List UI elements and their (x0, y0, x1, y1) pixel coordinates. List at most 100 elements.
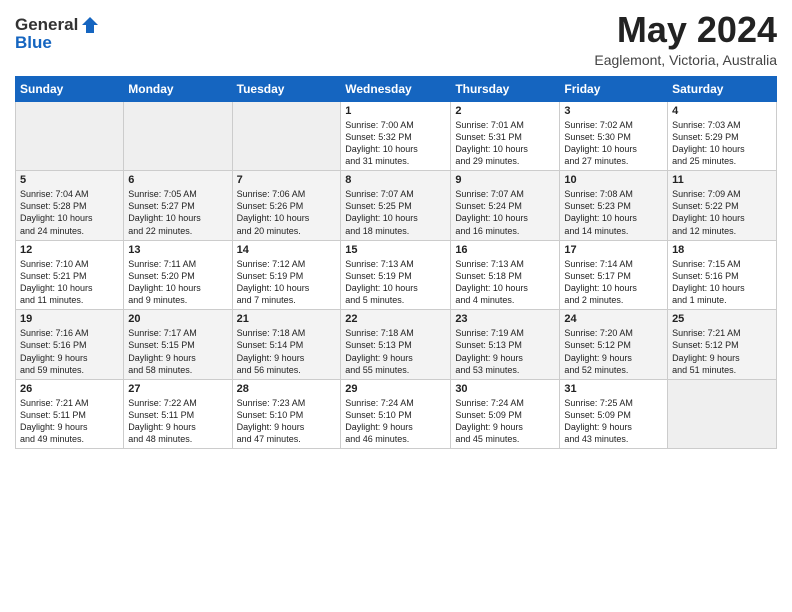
day-number: 12 (20, 244, 119, 256)
calendar-cell (124, 101, 232, 171)
day-number: 24 (564, 313, 663, 325)
day-info: Sunrise: 7:22 AM Sunset: 5:11 PM Dayligh… (128, 397, 227, 446)
day-info: Sunrise: 7:10 AM Sunset: 5:21 PM Dayligh… (20, 258, 119, 307)
calendar-cell: 10 Sunrise: 7:08 AM Sunset: 5:23 PM Dayli… (560, 171, 668, 241)
day-info: Sunrise: 7:24 AM Sunset: 5:10 PM Dayligh… (345, 397, 446, 446)
calendar-cell: 17Sunrise: 7:14 AM Sunset: 5:17 PM Dayli… (560, 240, 668, 310)
weekday-header-wednesday: Wednesday (341, 76, 451, 101)
day-number: 7 (237, 174, 337, 186)
day-number: 27 (128, 383, 227, 395)
day-number: 19 (20, 313, 119, 325)
day-info: Sunrise: 7:20 AM Sunset: 5:12 PM Dayligh… (564, 327, 663, 376)
calendar-cell: 8 Sunrise: 7:07 AM Sunset: 5:25 PM Daylig… (341, 171, 451, 241)
calendar-cell: 22 Sunrise: 7:18 AM Sunset: 5:13 PM Dayli… (341, 310, 451, 380)
calendar-cell: 13 Sunrise: 7:11 AM Sunset: 5:20 PM Dayli… (124, 240, 232, 310)
calendar-cell: 29 Sunrise: 7:24 AM Sunset: 5:10 PM Dayli… (341, 379, 451, 449)
page: General Blue May 2024 Eaglemont, Victori… (0, 0, 792, 464)
day-number: 26 (20, 383, 119, 395)
week-row-4: 19 Sunrise: 7:16 AM Sunset: 5:16 PM Dayli… (16, 310, 777, 380)
day-number: 1 (345, 105, 446, 117)
day-info: Sunrise: 7:11 AM Sunset: 5:20 PM Dayligh… (128, 258, 227, 307)
day-number: 20 (128, 313, 227, 325)
day-info: Sunrise: 7:00 AM Sunset: 5:32 PM Dayligh… (345, 119, 446, 168)
calendar-cell (16, 101, 124, 171)
day-number: 9 (455, 174, 555, 186)
week-row-3: 12 Sunrise: 7:10 AM Sunset: 5:21 PM Dayli… (16, 240, 777, 310)
title-block: May 2024 Eaglemont, Victoria, Australia (594, 10, 777, 68)
calendar-cell: 19 Sunrise: 7:16 AM Sunset: 5:16 PM Dayli… (16, 310, 124, 380)
day-number: 21 (237, 313, 337, 325)
day-info: Sunrise: 7:04 AM Sunset: 5:28 PM Dayligh… (20, 188, 119, 237)
day-info: Sunrise: 7:09 AM Sunset: 5:22 PM Dayligh… (672, 188, 772, 237)
day-info: Sunrise: 7:15 AM Sunset: 5:16 PM Dayligh… (672, 258, 772, 307)
calendar-cell (232, 101, 341, 171)
logo-icon (80, 15, 100, 35)
calendar-cell: 26 Sunrise: 7:21 AM Sunset: 5:11 PM Dayli… (16, 379, 124, 449)
day-info: Sunrise: 7:08 AM Sunset: 5:23 PM Dayligh… (564, 188, 663, 237)
calendar-cell: 4Sunrise: 7:03 AM Sunset: 5:29 PM Daylig… (668, 101, 777, 171)
calendar-cell: 14 Sunrise: 7:12 AM Sunset: 5:19 PM Dayli… (232, 240, 341, 310)
calendar-cell: 9 Sunrise: 7:07 AM Sunset: 5:24 PM Daylig… (451, 171, 560, 241)
day-info: Sunrise: 7:03 AM Sunset: 5:29 PM Dayligh… (672, 119, 772, 168)
day-info: Sunrise: 7:01 AM Sunset: 5:31 PM Dayligh… (455, 119, 555, 168)
month-year-title: May 2024 (594, 10, 777, 50)
day-number: 8 (345, 174, 446, 186)
day-info: Sunrise: 7:21 AM Sunset: 5:12 PM Dayligh… (672, 327, 772, 376)
day-number: 2 (455, 105, 555, 117)
day-info: Sunrise: 7:18 AM Sunset: 5:14 PM Dayligh… (237, 327, 337, 376)
day-info: Sunrise: 7:16 AM Sunset: 5:16 PM Dayligh… (20, 327, 119, 376)
day-info: Sunrise: 7:07 AM Sunset: 5:24 PM Dayligh… (455, 188, 555, 237)
week-row-5: 26 Sunrise: 7:21 AM Sunset: 5:11 PM Dayli… (16, 379, 777, 449)
location-subtitle: Eaglemont, Victoria, Australia (594, 52, 777, 68)
calendar-cell (668, 379, 777, 449)
day-info: Sunrise: 7:12 AM Sunset: 5:19 PM Dayligh… (237, 258, 337, 307)
logo-blue-text: Blue (15, 33, 100, 53)
day-info: Sunrise: 7:05 AM Sunset: 5:27 PM Dayligh… (128, 188, 227, 237)
calendar-cell: 20 Sunrise: 7:17 AM Sunset: 5:15 PM Dayli… (124, 310, 232, 380)
day-info: Sunrise: 7:17 AM Sunset: 5:15 PM Dayligh… (128, 327, 227, 376)
day-info: Sunrise: 7:21 AM Sunset: 5:11 PM Dayligh… (20, 397, 119, 446)
calendar-cell: 24 Sunrise: 7:20 AM Sunset: 5:12 PM Dayli… (560, 310, 668, 380)
calendar-cell: 30Sunrise: 7:24 AM Sunset: 5:09 PM Dayli… (451, 379, 560, 449)
logo: General Blue (15, 15, 100, 53)
day-info: Sunrise: 7:02 AM Sunset: 5:30 PM Dayligh… (564, 119, 663, 168)
calendar-cell: 21 Sunrise: 7:18 AM Sunset: 5:14 PM Dayli… (232, 310, 341, 380)
weekday-header-tuesday: Tuesday (232, 76, 341, 101)
calendar-cell: 7 Sunrise: 7:06 AM Sunset: 5:26 PM Daylig… (232, 171, 341, 241)
day-number: 25 (672, 313, 772, 325)
day-info: Sunrise: 7:14 AM Sunset: 5:17 PM Dayligh… (564, 258, 663, 307)
day-info: Sunrise: 7:13 AM Sunset: 5:19 PM Dayligh… (345, 258, 446, 307)
weekday-header-sunday: Sunday (16, 76, 124, 101)
day-number: 16 (455, 244, 555, 256)
day-info: Sunrise: 7:06 AM Sunset: 5:26 PM Dayligh… (237, 188, 337, 237)
day-number: 3 (564, 105, 663, 117)
day-number: 11 (672, 174, 772, 186)
day-number: 6 (128, 174, 227, 186)
day-number: 18 (672, 244, 772, 256)
day-number: 10 (564, 174, 663, 186)
calendar-cell: 25 Sunrise: 7:21 AM Sunset: 5:12 PM Dayli… (668, 310, 777, 380)
day-number: 22 (345, 313, 446, 325)
week-row-1: 1 Sunrise: 7:00 AM Sunset: 5:32 PM Daylig… (16, 101, 777, 171)
calendar-cell: 6 Sunrise: 7:05 AM Sunset: 5:27 PM Daylig… (124, 171, 232, 241)
day-info: Sunrise: 7:13 AM Sunset: 5:18 PM Dayligh… (455, 258, 555, 307)
calendar-cell: 18 Sunrise: 7:15 AM Sunset: 5:16 PM Dayli… (668, 240, 777, 310)
logo-general-text: General (15, 15, 78, 35)
day-info: Sunrise: 7:07 AM Sunset: 5:25 PM Dayligh… (345, 188, 446, 237)
day-info: Sunrise: 7:23 AM Sunset: 5:10 PM Dayligh… (237, 397, 337, 446)
day-number: 13 (128, 244, 227, 256)
day-number: 31 (564, 383, 663, 395)
week-row-2: 5 Sunrise: 7:04 AM Sunset: 5:28 PM Daylig… (16, 171, 777, 241)
calendar-cell: 5 Sunrise: 7:04 AM Sunset: 5:28 PM Daylig… (16, 171, 124, 241)
day-number: 23 (455, 313, 555, 325)
weekday-header-thursday: Thursday (451, 76, 560, 101)
weekday-header-row: SundayMondayTuesdayWednesdayThursdayFrid… (16, 76, 777, 101)
day-info: Sunrise: 7:18 AM Sunset: 5:13 PM Dayligh… (345, 327, 446, 376)
day-info: Sunrise: 7:19 AM Sunset: 5:13 PM Dayligh… (455, 327, 555, 376)
calendar-cell: 12 Sunrise: 7:10 AM Sunset: 5:21 PM Dayli… (16, 240, 124, 310)
calendar-cell: 3 Sunrise: 7:02 AM Sunset: 5:30 PM Daylig… (560, 101, 668, 171)
day-number: 14 (237, 244, 337, 256)
day-number: 15 (345, 244, 446, 256)
day-number: 5 (20, 174, 119, 186)
day-number: 29 (345, 383, 446, 395)
